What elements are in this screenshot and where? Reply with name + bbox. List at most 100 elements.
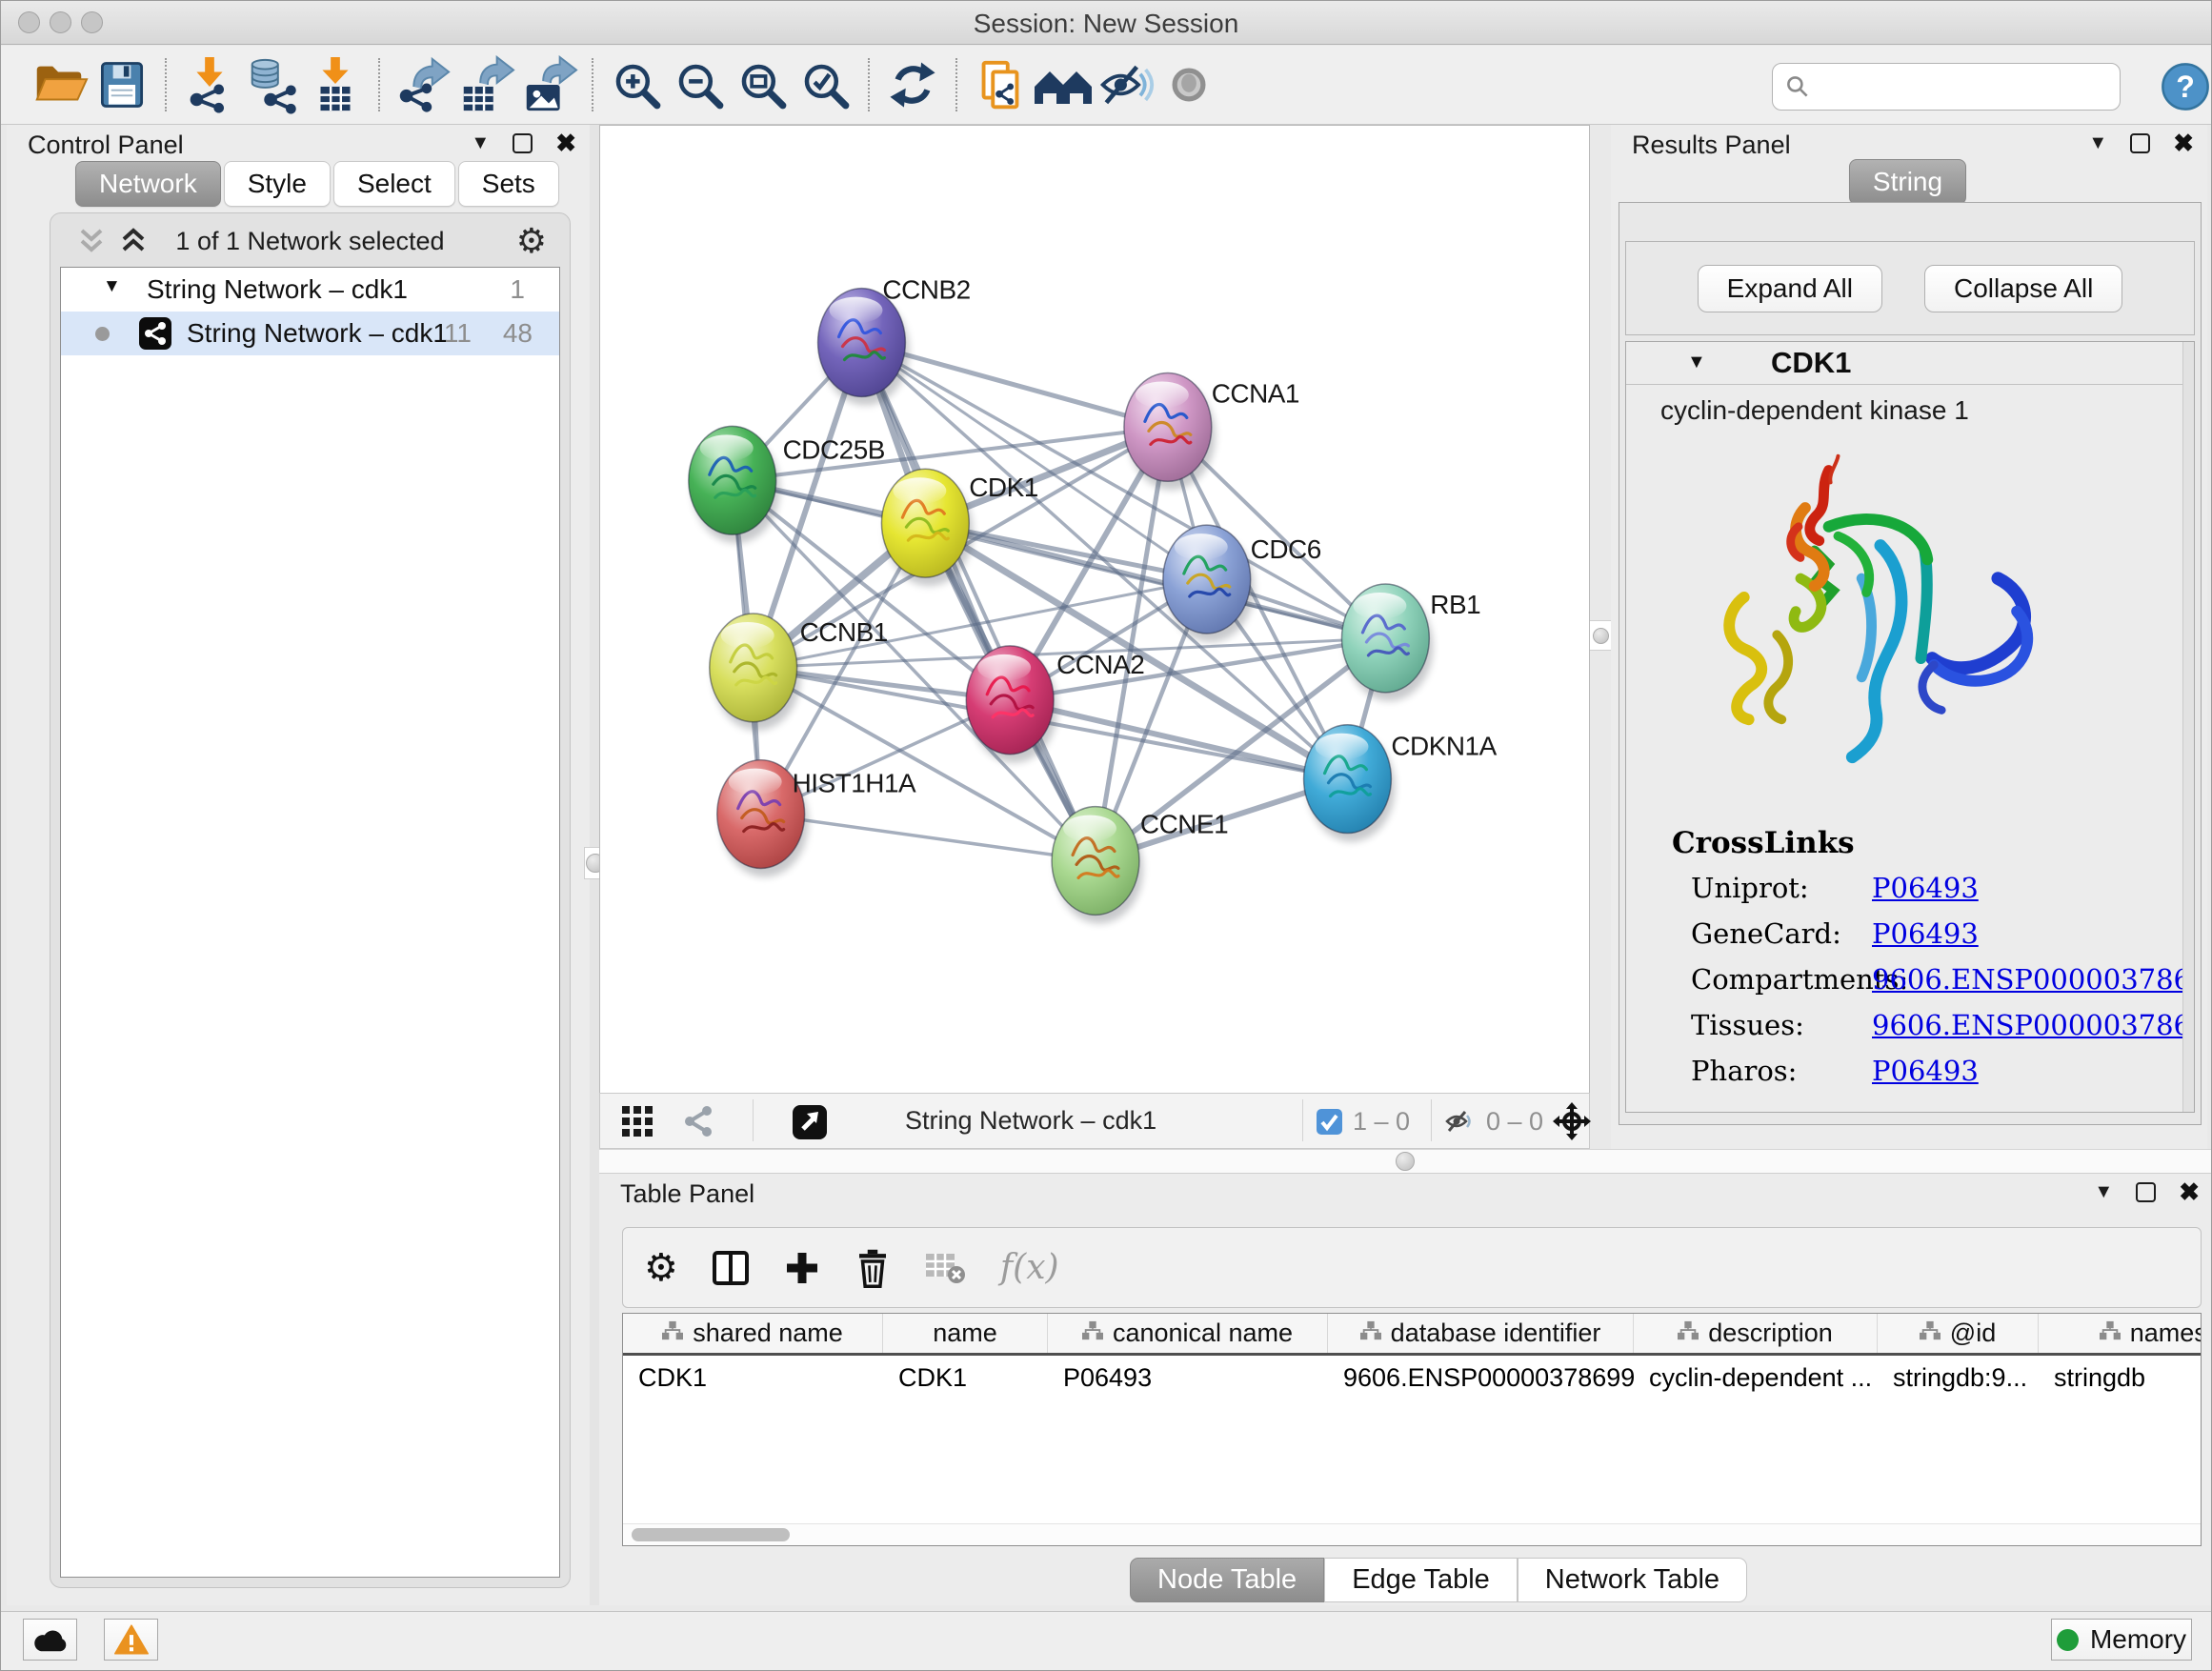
zoom-fit-icon[interactable] xyxy=(731,53,794,116)
network-node-CCNE1[interactable] xyxy=(1052,807,1143,924)
search-input[interactable] xyxy=(1811,72,2097,102)
expand-all-button[interactable]: Expand All xyxy=(1698,265,1882,312)
network-edge-HIST1H1A-CCNE1[interactable] xyxy=(761,815,1096,861)
table-cell[interactable]: stringdb xyxy=(2039,1356,2202,1399)
create-column-icon[interactable] xyxy=(783,1249,821,1287)
table-panel-minimize-icon[interactable]: ▼ xyxy=(2094,1179,2113,1204)
crosslink-link[interactable]: P06493 xyxy=(1872,1055,1979,1087)
zoom-in-icon[interactable] xyxy=(605,53,668,116)
grid-view-icon[interactable] xyxy=(621,1105,654,1142)
table-cell[interactable]: P06493 xyxy=(1048,1356,1328,1399)
refresh-view-icon[interactable] xyxy=(881,53,944,116)
help-button[interactable]: ? xyxy=(2160,61,2211,112)
zoom-out-icon[interactable] xyxy=(668,53,731,116)
left-splitter[interactable] xyxy=(590,125,599,1605)
crosslink-link[interactable]: 9606.ENSP00000378699 xyxy=(1872,963,2195,996)
tab-network[interactable]: Network xyxy=(75,161,221,207)
column-header-name[interactable]: name xyxy=(883,1314,1048,1353)
network-canvas[interactable]: CCNB2CCNA1CDC25BCDK1CDC6RB1CCNB1CCNA2CDK… xyxy=(599,125,1590,1093)
tab-sets[interactable]: Sets xyxy=(458,161,559,207)
table-cell[interactable]: CDK1 xyxy=(623,1356,883,1399)
network-options-gear-icon[interactable]: ⚙ xyxy=(516,221,547,261)
memory-label: Memory xyxy=(2090,1624,2186,1655)
control-panel-float-icon[interactable] xyxy=(513,133,533,153)
show-all-icon[interactable] xyxy=(1157,53,1220,116)
tab-edge-table[interactable]: Edge Table xyxy=(1324,1558,1518,1602)
splitter-handle[interactable] xyxy=(1589,620,1612,651)
clone-network-icon[interactable] xyxy=(969,53,1032,116)
crosslink-link[interactable]: 9606.ENSP00000378699 xyxy=(1872,1009,2195,1041)
results-panel-float-icon[interactable] xyxy=(2130,133,2150,153)
column-header-database-identifier[interactable]: database identifier xyxy=(1328,1314,1634,1353)
column-header-description[interactable]: description xyxy=(1634,1314,1878,1353)
network-node-CDKN1A[interactable] xyxy=(1304,725,1396,842)
column-header--id[interactable]: @id xyxy=(1878,1314,2039,1353)
node-result-header[interactable]: ▼ CDK1 xyxy=(1626,342,2194,385)
node-label-CCNE1: CCNE1 xyxy=(1140,810,1228,839)
scrollbar-thumb[interactable] xyxy=(632,1528,790,1541)
table-panel-float-icon[interactable] xyxy=(2136,1182,2156,1202)
export-image-icon[interactable] xyxy=(517,53,580,116)
tab-node-table[interactable]: Node Table xyxy=(1130,1558,1324,1602)
cloud-button[interactable] xyxy=(23,1619,77,1661)
table-options-gear-icon[interactable]: ⚙ xyxy=(644,1246,678,1290)
zoom-selected-icon[interactable] xyxy=(794,53,856,116)
control-panel-close-icon[interactable]: ✖ xyxy=(555,131,576,155)
network-edge-CCNA2-CDKN1A[interactable] xyxy=(1010,700,1347,779)
table-row[interactable]: CDK1CDK1P064939606.ENSP00000378699cyclin… xyxy=(623,1356,2201,1399)
save-session-icon[interactable] xyxy=(90,53,153,116)
table-panel: Table Panel ▼ ✖ ⚙ f(x) shared namenameca… xyxy=(599,1174,2212,1605)
network-collection-row[interactable]: ▼ String Network – cdk1 1 xyxy=(61,268,559,312)
table-cell[interactable]: cyclin-dependent ... xyxy=(1634,1356,1878,1399)
table-horizontal-scrollbar[interactable] xyxy=(623,1523,2201,1545)
results-panel-close-icon[interactable]: ✖ xyxy=(2173,131,2194,155)
node-label-CCNB2: CCNB2 xyxy=(882,275,970,305)
results-panel-minimize-icon[interactable]: ▼ xyxy=(2088,131,2107,155)
warnings-button[interactable] xyxy=(104,1619,158,1661)
birds-eye-view-icon[interactable] xyxy=(793,1105,827,1144)
tab-select[interactable]: Select xyxy=(333,161,455,207)
open-session-icon[interactable] xyxy=(28,53,90,116)
column-header-label: shared name xyxy=(693,1319,843,1348)
network-row[interactable]: String Network – cdk1 11 48 xyxy=(61,312,559,355)
horizontal-splitter[interactable] xyxy=(599,1149,2212,1174)
results-scrollbar[interactable] xyxy=(2182,342,2194,1112)
import-network-database-icon[interactable] xyxy=(241,53,304,116)
network-node-CDK1[interactable] xyxy=(881,469,973,586)
tab-network-table[interactable]: Network Table xyxy=(1518,1558,1747,1602)
right-splitter[interactable] xyxy=(1590,125,1611,1149)
table-cell[interactable]: stringdb:9... xyxy=(1878,1356,2039,1399)
show-columns-icon[interactable] xyxy=(711,1248,751,1288)
network-node-RB1[interactable] xyxy=(1341,584,1433,701)
splitter-handle[interactable] xyxy=(1396,1152,1415,1171)
collapse-entry-icon[interactable]: ▼ xyxy=(1687,352,1706,373)
column-header-shared-name[interactable]: shared name xyxy=(623,1314,883,1353)
hide-selected-icon[interactable] xyxy=(1095,53,1157,116)
import-network-file-icon[interactable] xyxy=(178,53,241,116)
fit-selected-crosshair-icon[interactable] xyxy=(1553,1102,1591,1145)
crosslink-link[interactable]: P06493 xyxy=(1872,917,1979,950)
network-node-CCNA2[interactable] xyxy=(966,646,1057,763)
tab-style[interactable]: Style xyxy=(224,161,331,207)
delete-column-icon[interactable] xyxy=(854,1248,892,1288)
collapse-all-button[interactable]: Collapse All xyxy=(1924,265,2122,312)
crosslink-link[interactable]: P06493 xyxy=(1872,872,1979,904)
table-cell[interactable]: CDK1 xyxy=(883,1356,1048,1399)
export-table-icon[interactable] xyxy=(454,53,517,116)
tab-string[interactable]: String xyxy=(1849,159,1966,205)
control-panel-minimize-icon[interactable]: ▼ xyxy=(471,131,490,155)
network-share-icon[interactable] xyxy=(682,1105,714,1142)
home-networks-icon[interactable] xyxy=(1032,53,1095,116)
network-node-CCNA1[interactable] xyxy=(1124,372,1216,490)
network-node-CCNB2[interactable] xyxy=(818,289,910,406)
export-network-icon[interactable] xyxy=(392,53,454,116)
network-node-CCNB1[interactable] xyxy=(710,614,801,731)
import-table-file-icon[interactable] xyxy=(304,53,367,116)
table-cell[interactable]: 9606.ENSP00000378699 xyxy=(1328,1356,1634,1399)
collection-expand-icon[interactable]: ▼ xyxy=(103,276,121,297)
selected-checkbox-icon[interactable] xyxy=(1317,1109,1342,1139)
memory-button[interactable]: Memory xyxy=(2051,1619,2192,1661)
column-header-canonical-name[interactable]: canonical name xyxy=(1048,1314,1328,1353)
table-panel-close-icon[interactable]: ✖ xyxy=(2179,1179,2200,1204)
column-header-namespace[interactable]: namespace xyxy=(2039,1314,2202,1353)
